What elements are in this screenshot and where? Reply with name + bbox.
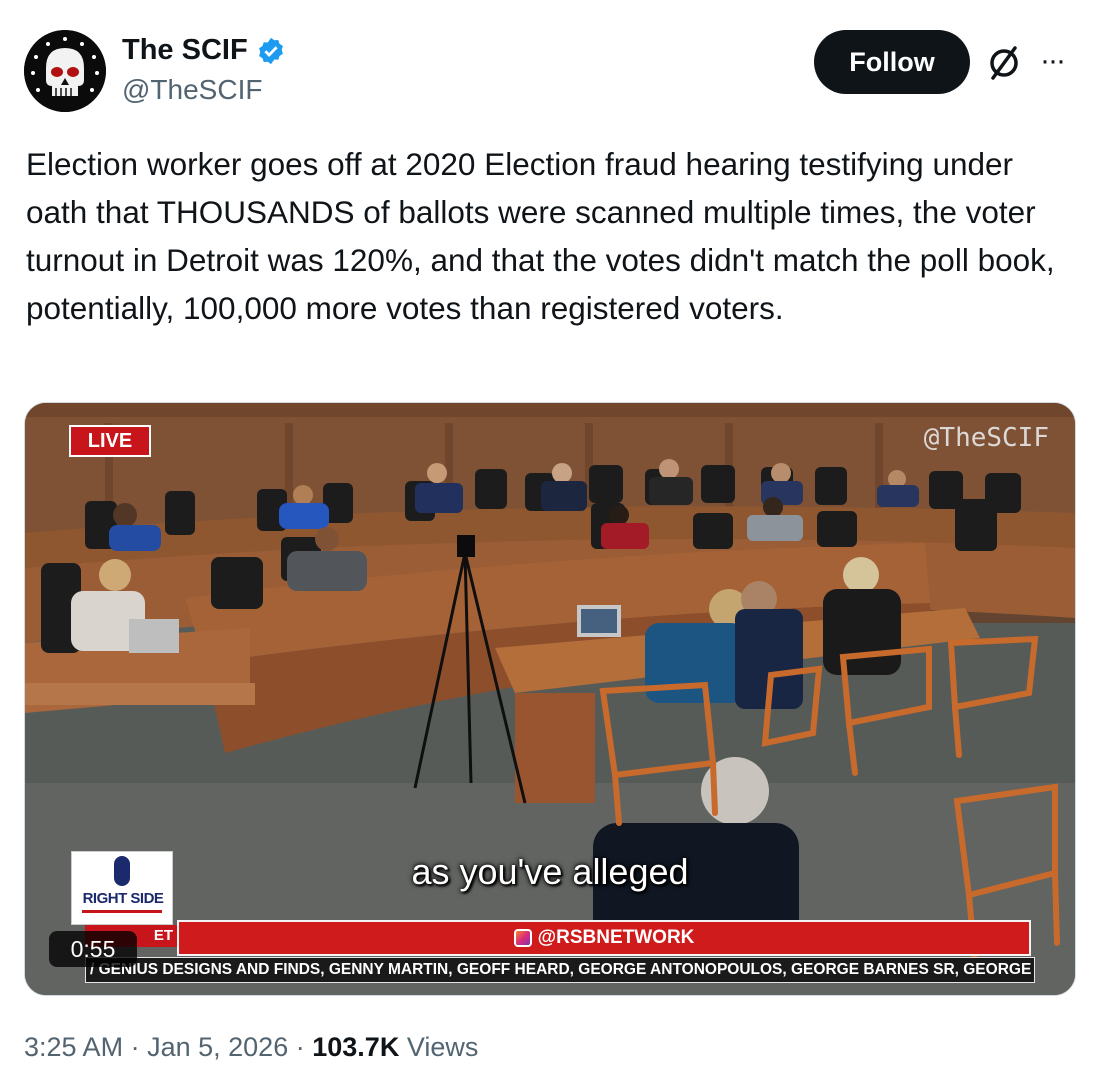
network-bar: @RSBNETWORK xyxy=(177,920,1031,956)
author-display-name[interactable]: The SCIF xyxy=(122,34,248,67)
video-duration: 0:55 xyxy=(49,931,137,967)
network-handle: @RSBNETWORK xyxy=(537,927,695,948)
video-frame xyxy=(25,403,1075,995)
meta-separator: · xyxy=(295,1032,305,1062)
verified-badge-icon xyxy=(258,37,283,64)
video-player[interactable]: LIVE @TheSCIF as you've alleged RIGHT SI… xyxy=(24,402,1076,996)
more-horizontal-icon[interactable]: ··· xyxy=(1040,46,1066,76)
follow-button[interactable]: Follow xyxy=(814,30,970,94)
slashed-circle-icon[interactable] xyxy=(984,42,1024,82)
skull-icon xyxy=(24,30,106,112)
author-name-row[interactable]: The SCIF xyxy=(122,34,286,67)
live-badge: LIVE xyxy=(69,425,151,457)
meta-separator: · xyxy=(130,1032,140,1062)
tweet-meta: 3:25 AM · Jan 5, 2026 · 103.7K Views xyxy=(24,1032,478,1063)
views-count[interactable]: 103.7K xyxy=(312,1032,399,1062)
avatar[interactable] xyxy=(24,30,106,112)
right-side-logo: RIGHT SIDE xyxy=(71,851,173,925)
views-label: Views xyxy=(406,1032,479,1062)
logo-underline xyxy=(82,910,162,913)
news-ticker: / GENIUS DESIGNS AND FINDS, GENNY MARTIN… xyxy=(85,957,1035,983)
video-caption: as you've alleged xyxy=(411,851,689,892)
instagram-icon xyxy=(513,929,532,947)
logo-text: RIGHT SIDE xyxy=(82,890,164,907)
video-watermark: @TheSCIF xyxy=(923,423,1049,453)
tweet-time[interactable]: 3:25 AM xyxy=(24,1032,123,1062)
tweet-text: Election worker goes off at 2020 Electio… xyxy=(26,146,1055,326)
author-handle[interactable]: @TheSCIF xyxy=(122,74,262,106)
tweet-date[interactable]: Jan 5, 2026 xyxy=(147,1032,288,1062)
microphone-icon xyxy=(114,856,130,886)
